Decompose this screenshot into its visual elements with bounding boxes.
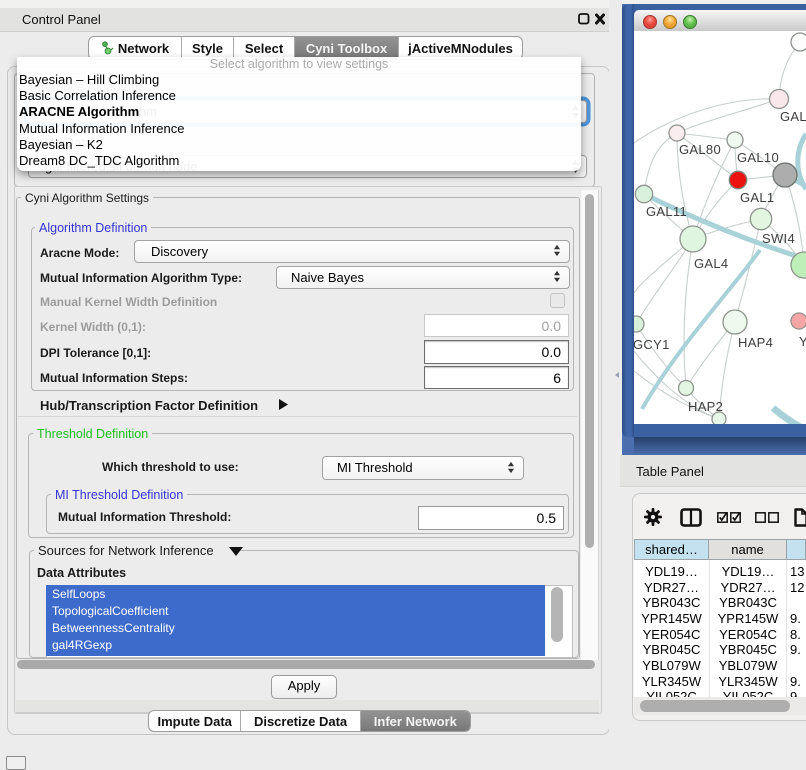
svg-text:GCY1: GCY1 — [634, 337, 670, 352]
svg-text:GAL4: GAL4 — [694, 256, 728, 271]
svg-text:YM: YM — [799, 334, 806, 349]
svg-text:HAP2: HAP2 — [688, 399, 723, 414]
svg-text:GAL80: GAL80 — [679, 142, 721, 157]
svg-text:GAL11: GAL11 — [646, 204, 687, 219]
svg-text:GAL1: GAL1 — [740, 190, 774, 205]
svg-text:SWI4: SWI4 — [762, 231, 795, 246]
svg-text:GAL2: GAL2 — [780, 109, 806, 124]
svg-text:GAL10: GAL10 — [737, 150, 779, 165]
svg-text:HAP4: HAP4 — [738, 335, 773, 350]
